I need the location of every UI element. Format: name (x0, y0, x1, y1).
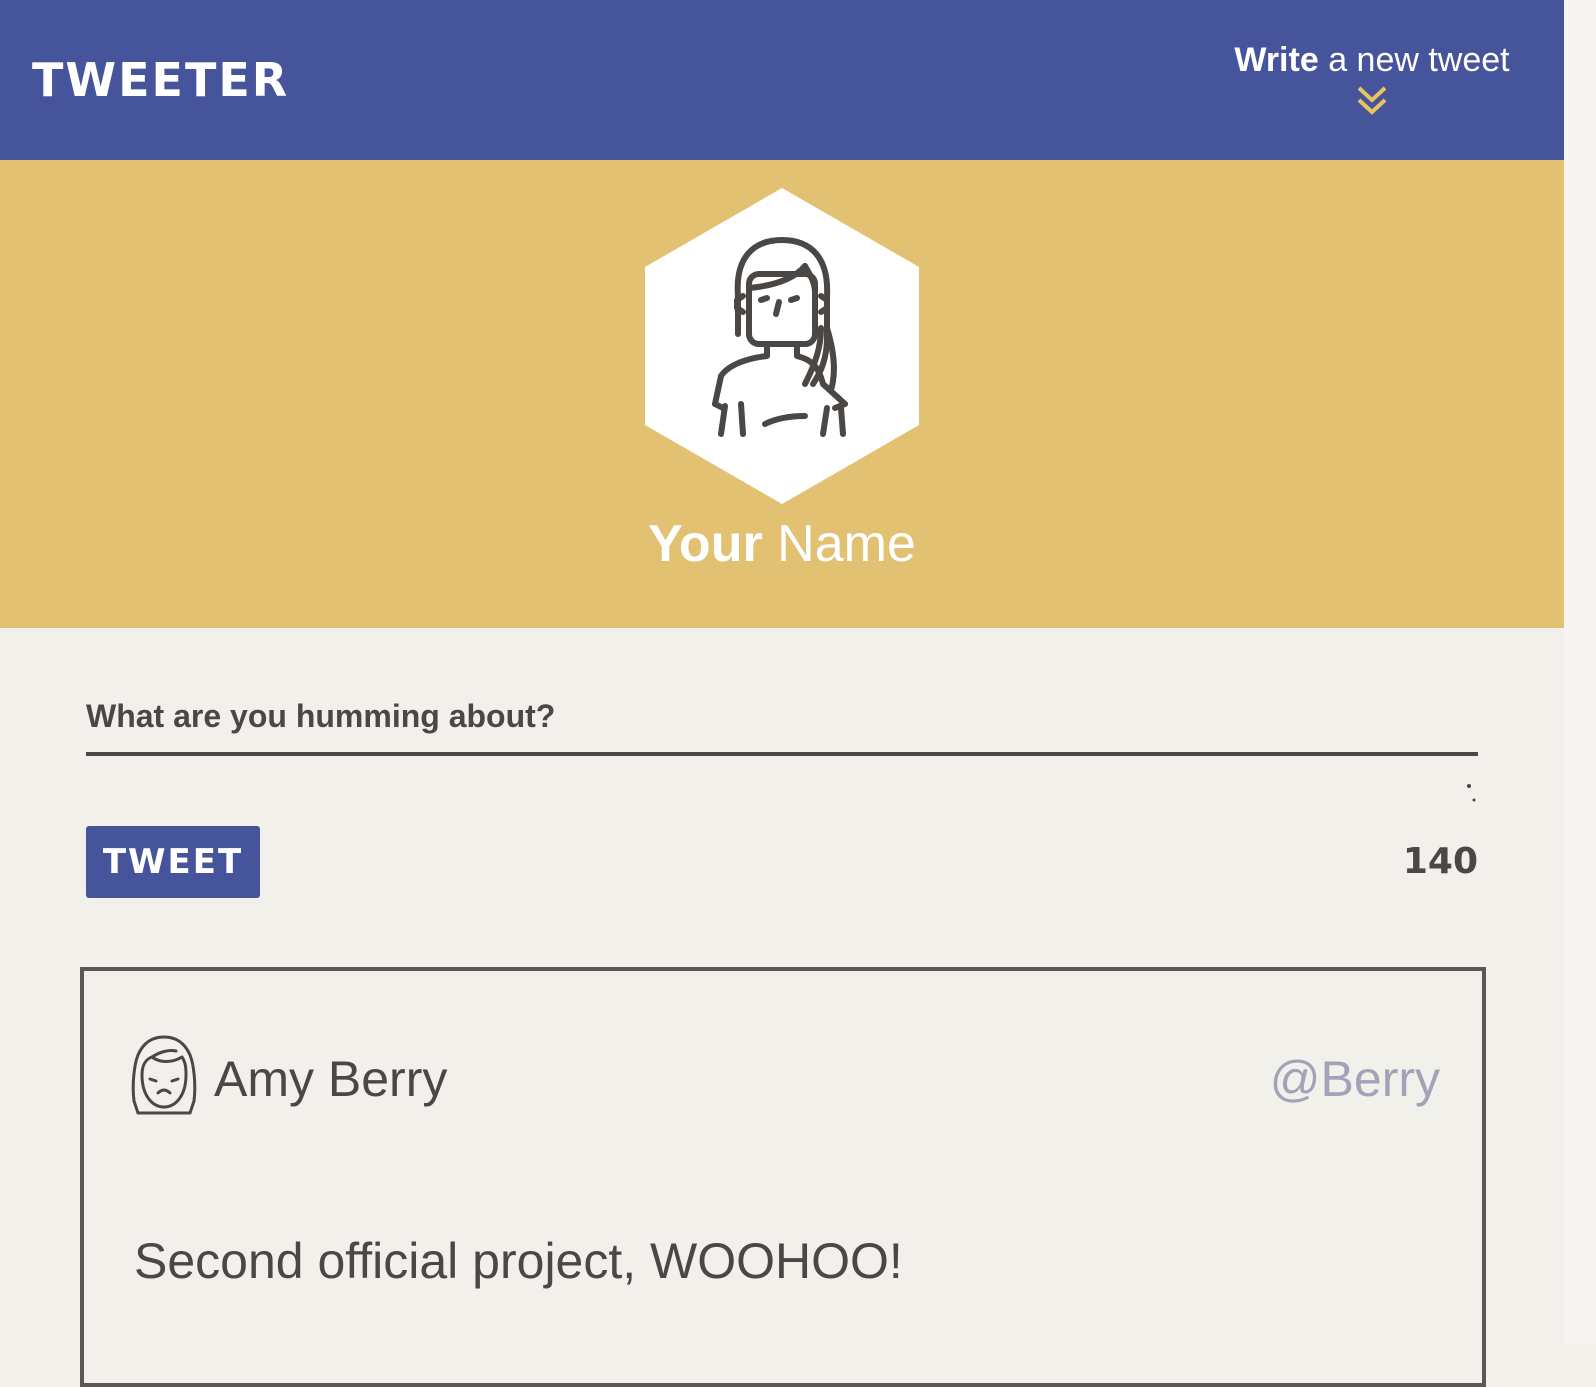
tweet-input[interactable] (86, 680, 1478, 756)
tweet-card: Amy Berry @Berry Second official project… (80, 967, 1486, 1387)
profile-last-name: Name (777, 515, 916, 573)
tweet-text: Second official project, WOOHOO! (134, 1233, 903, 1289)
app-logo[interactable]: TWEETER (32, 52, 289, 108)
page-edge (1564, 0, 1596, 1344)
resize-handle-icon[interactable] (1466, 782, 1478, 804)
double-chevron-down-icon[interactable] (1355, 84, 1389, 118)
write-new-tweet-toggle[interactable]: Write a new tweet (1212, 36, 1532, 118)
woman-avatar-icon (645, 188, 919, 504)
girl-avatar-icon (131, 1035, 197, 1115)
profile-name: Your Name (0, 512, 1564, 576)
tweet-author[interactable]: Amy Berry (214, 1047, 447, 1111)
write-bold-label: Write (1234, 41, 1319, 79)
write-new-tweet-label: Write a new tweet (1212, 36, 1532, 84)
char-counter: 140 (1402, 841, 1478, 882)
tweet-composer (86, 680, 1478, 802)
tweet-handle[interactable]: @Berry (1270, 1047, 1440, 1111)
profile-banner: Your Name (0, 160, 1564, 628)
write-rest-label: a new tweet (1328, 41, 1510, 79)
top-nav: TWEETER Write a new tweet (0, 0, 1564, 160)
tweet-button[interactable]: TWEET (86, 826, 260, 898)
profile-first-name: Your (648, 515, 763, 573)
